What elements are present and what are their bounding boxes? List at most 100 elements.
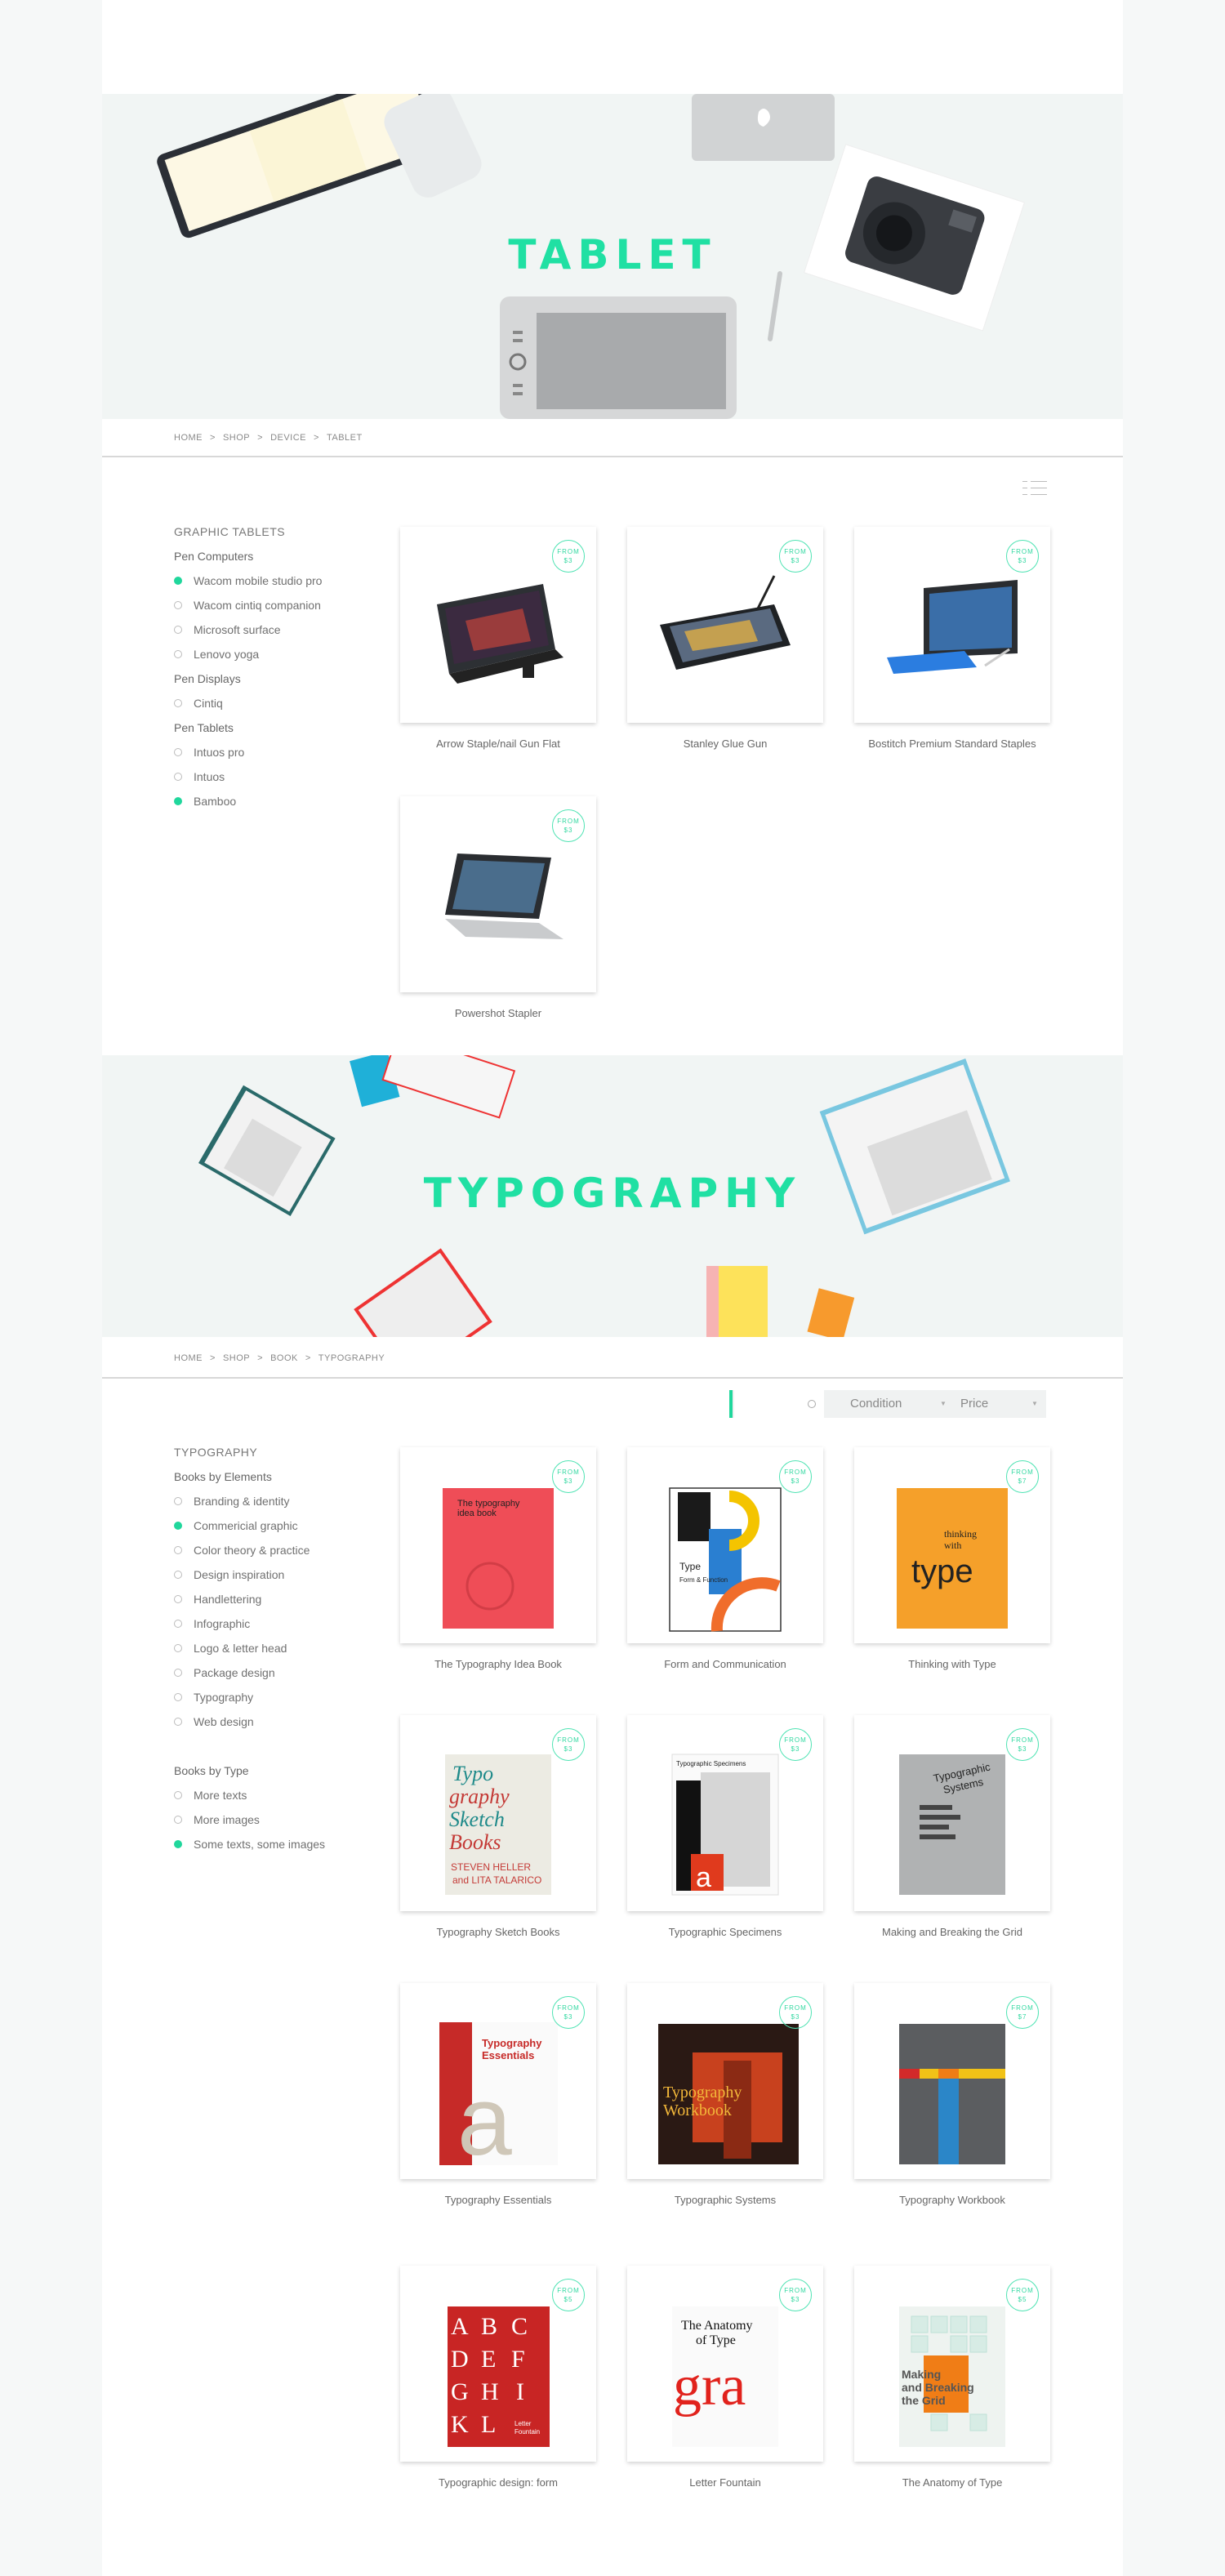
product-image[interactable]: FROM $3: [400, 796, 596, 992]
cover-text: The typography: [457, 1499, 520, 1509]
filter-option-branding[interactable]: Branding & identity: [174, 1489, 370, 1513]
product-image[interactable]: FROM $3: [627, 527, 823, 723]
filter-option-intuos[interactable]: Intuos: [174, 764, 370, 789]
product-name[interactable]: Making and Breaking the Grid: [854, 1926, 1050, 1938]
filter-option-label: Design inspiration: [194, 1568, 285, 1581]
radio-icon: [174, 1497, 182, 1505]
cover-text: Type: [679, 1561, 701, 1572]
product-card[interactable]: The typography idea book FROM $3 The Typo…: [400, 1447, 596, 1670]
filter-option-handlettering[interactable]: Handlettering: [174, 1587, 370, 1611]
price-dropdown[interactable]: Price: [960, 1390, 988, 1418]
filter-option-design-inspiration[interactable]: Design inspiration: [174, 1562, 370, 1587]
condition-dropdown[interactable]: Condition: [850, 1390, 902, 1418]
product-name[interactable]: Form and Communication: [627, 1658, 823, 1670]
product-name[interactable]: Typographic design: form: [400, 2476, 596, 2489]
filter-option-commercial-graphic[interactable]: Commericial graphic: [174, 1513, 370, 1538]
breadcrumb-device[interactable]: DEVICE: [270, 433, 306, 443]
product-image[interactable]: thinking with type FROM $7: [854, 1447, 1050, 1643]
filter-option-typography[interactable]: Typography: [174, 1685, 370, 1709]
filter-option-label: Microsoft surface: [194, 623, 281, 636]
product-card[interactable]: Typo graphy Sketch Books STEVEN HELLER a…: [400, 1715, 596, 1938]
tablet-breadcrumb: HOME > SHOP > DEVICE > TABLET: [174, 433, 363, 443]
filter-option-wacom-mobile-studio-pro[interactable]: Wacom mobile studio pro: [174, 568, 370, 593]
filter-option-color-theory[interactable]: Color theory & practice: [174, 1538, 370, 1562]
filter-option-bamboo[interactable]: Bamboo: [174, 789, 370, 813]
product-card[interactable]: Typography Essentials a FROM $3 Typograph…: [400, 1983, 596, 2206]
filter-option-wacom-cintiq-companion[interactable]: Wacom cintiq companion: [174, 593, 370, 617]
filter-option-infographic[interactable]: Infographic: [174, 1611, 370, 1636]
product-name[interactable]: Typography Workbook: [854, 2194, 1050, 2206]
filter-toolbar: Condition ▼ Price ▼: [729, 1390, 1046, 1418]
product-card[interactable]: FROM $3 Powershot Stapler: [400, 796, 596, 1019]
chevron-down-icon[interactable]: ▼: [1031, 1390, 1038, 1418]
product-card[interactable]: FROM $3 Stanley Glue Gun: [627, 527, 823, 750]
filter-option-web-design[interactable]: Web design: [174, 1709, 370, 1734]
product-image[interactable]: Typography Workbook FROM $3: [627, 1983, 823, 2179]
breadcrumb-typography[interactable]: TYPOGRAPHY: [318, 1353, 385, 1363]
filter-option-more-texts[interactable]: More texts: [174, 1783, 370, 1807]
product-name[interactable]: Stanley Glue Gun: [627, 738, 823, 750]
product-name[interactable]: The Anatomy of Type: [854, 2476, 1050, 2489]
product-card[interactable]: Making and Breaking the Grid FROM $5 The …: [854, 2266, 1050, 2489]
product-image[interactable]: FROM $3: [854, 527, 1050, 723]
price-badge: FROM $3: [1006, 540, 1039, 573]
breadcrumb-shop[interactable]: SHOP: [223, 1353, 250, 1363]
filter-option-lenovo-yoga[interactable]: Lenovo yoga: [174, 642, 370, 666]
product-card[interactable]: Typographic Systems FROM $3 Making and Br…: [854, 1715, 1050, 1938]
filter-option-logo-letterhead[interactable]: Logo & letter head: [174, 1636, 370, 1660]
product-card[interactable]: The Anatomy of Type gra FROM $3 Letter Fo…: [627, 2266, 823, 2489]
product-name[interactable]: Typographic Specimens: [627, 1926, 823, 1938]
product-image[interactable]: T FROM $7: [854, 1983, 1050, 2179]
breadcrumb-separator: >: [210, 1353, 216, 1363]
product-name[interactable]: Powershot Stapler: [400, 1007, 596, 1019]
filter-option-intuos-pro[interactable]: Intuos pro: [174, 740, 370, 764]
product-image[interactable]: FROM $3: [400, 527, 596, 723]
filter-option-label: Branding & identity: [194, 1495, 290, 1508]
chevron-down-icon[interactable]: ▼: [940, 1390, 947, 1418]
filter-option-some-texts-some-images[interactable]: Some texts, some images: [174, 1832, 370, 1856]
breadcrumb-home[interactable]: HOME: [174, 1353, 203, 1363]
filter-option-package-design[interactable]: Package design: [174, 1660, 370, 1685]
product-image[interactable]: The Anatomy of Type gra FROM $3: [627, 2266, 823, 2462]
filter-option-more-images[interactable]: More images: [174, 1807, 370, 1832]
filter-group-title: Books by Elements: [174, 1470, 272, 1483]
breadcrumb-tablet[interactable]: TABLET: [327, 433, 363, 443]
product-image[interactable]: Typographic Specimens a FROM $3: [627, 1715, 823, 1911]
product-image[interactable]: Making and Breaking the Grid FROM $5: [854, 2266, 1050, 2462]
product-image[interactable]: Typographic Systems FROM $3: [854, 1715, 1050, 1911]
product-name[interactable]: Bostitch Premium Standard Staples: [854, 738, 1050, 750]
product-card[interactable]: Typographic Specimens a FROM $3 Typograph…: [627, 1715, 823, 1938]
product-card[interactable]: FROM $3 Bostitch Premium Standard Staples: [854, 527, 1050, 750]
radio-icon: [174, 1620, 182, 1628]
product-card[interactable]: A B C D E F G H I K L Letter Fountain FR…: [400, 2266, 596, 2489]
filter-group-title: Pen Computers: [174, 550, 254, 563]
radio-icon: [174, 1571, 182, 1579]
product-image[interactable]: Typography Essentials a FROM $3: [400, 1983, 596, 2179]
price-badge: FROM $3: [779, 2279, 812, 2311]
product-name[interactable]: Typographic Systems: [627, 2194, 823, 2206]
product-card[interactable]: thinking with type FROM $7 Thinking with …: [854, 1447, 1050, 1670]
product-image[interactable]: Type Form & Function FROM $3: [627, 1447, 823, 1643]
product-name[interactable]: Thinking with Type: [854, 1658, 1050, 1670]
product-card[interactable]: T FROM $7 Typography Workbook: [854, 1983, 1050, 2206]
radio-icon: [174, 1546, 182, 1554]
product-name[interactable]: Typography Essentials: [400, 2194, 596, 2206]
product-image[interactable]: The typography idea book FROM $3: [400, 1447, 596, 1643]
product-name[interactable]: Arrow Staple/nail Gun Flat: [400, 738, 596, 750]
product-card[interactable]: Typography Workbook FROM $3 Typographic S…: [627, 1983, 823, 2206]
product-card[interactable]: FROM $3 Arrow Staple/nail Gun Flat: [400, 527, 596, 750]
product-name[interactable]: Letter Fountain: [627, 2476, 823, 2489]
product-card[interactable]: Type Form & Function FROM $3 Form and Com…: [627, 1447, 823, 1670]
breadcrumb-shop[interactable]: SHOP: [223, 433, 250, 443]
breadcrumb-book[interactable]: BOOK: [270, 1353, 298, 1363]
product-name[interactable]: Typography Sketch Books: [400, 1926, 596, 1938]
filter-option-cintiq[interactable]: Cintiq: [174, 691, 370, 715]
product-name[interactable]: The Typography Idea Book: [400, 1658, 596, 1670]
search-icon[interactable]: [808, 1400, 816, 1408]
product-image[interactable]: A B C D E F G H I K L Letter Fountain FR…: [400, 2266, 596, 2462]
product-image[interactable]: Typo graphy Sketch Books STEVEN HELLER a…: [400, 1715, 596, 1911]
view-toggle-icon[interactable]: [1021, 478, 1049, 499]
filter-option-microsoft-surface[interactable]: Microsoft surface: [174, 617, 370, 642]
tablet-filter-sidebar: GRAPHIC TABLETS Pen Computers Wacom mobi…: [174, 519, 370, 813]
breadcrumb-home[interactable]: HOME: [174, 433, 203, 443]
